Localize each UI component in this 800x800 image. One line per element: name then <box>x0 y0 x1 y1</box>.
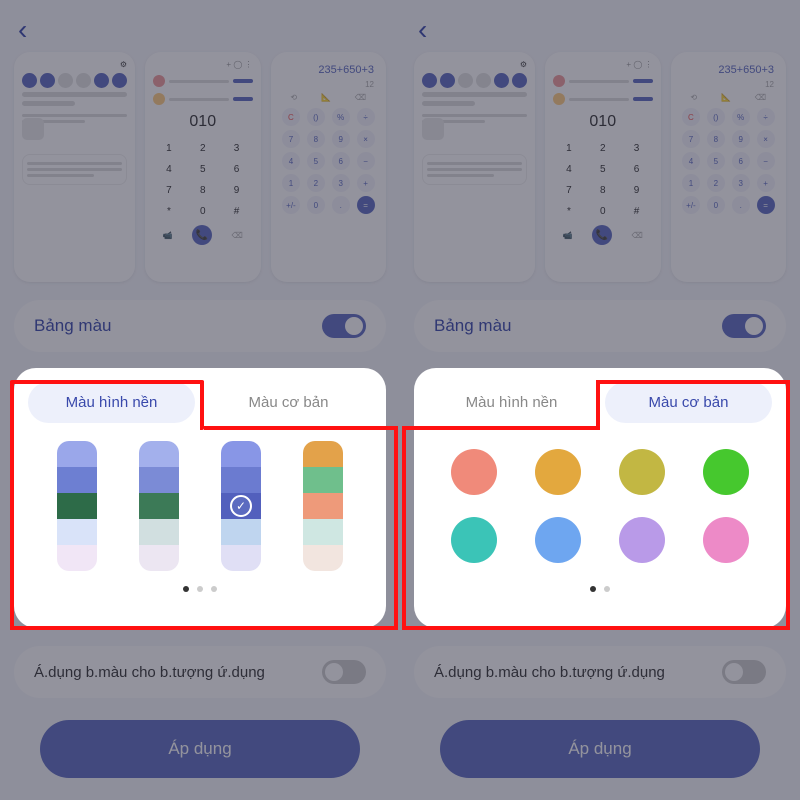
palette-strip[interactable] <box>303 441 343 571</box>
palette-toggle-row: Bảng màu <box>414 300 786 352</box>
preview-dialer: + ◯ ⋮ 010 123 456 789 *0# 📹📞⌫ <box>145 52 261 282</box>
color-circle[interactable] <box>619 517 665 563</box>
apply-icons-row: Á.dụng b.màu cho b.tượng ứ.dụng <box>14 646 386 698</box>
apply-icons-label: Á.dụng b.màu cho b.tượng ứ.dụng <box>34 664 265 681</box>
preview-calculator: 235+650+3 12 ⟲📐⌫ C()%÷ 789× 456− 123+ +/… <box>671 52 787 282</box>
color-circle[interactable] <box>451 517 497 563</box>
palette-strip[interactable] <box>139 441 179 571</box>
apply-icons-toggle[interactable] <box>322 660 366 684</box>
preview-quicksettings: ⚙ <box>14 52 135 282</box>
color-circle[interactable] <box>535 449 581 495</box>
page-dots <box>28 586 372 592</box>
back-button[interactable]: ‹ <box>418 14 427 46</box>
palette-label: Bảng màu <box>34 316 112 336</box>
color-circle[interactable] <box>535 517 581 563</box>
page-dots <box>428 586 772 592</box>
left-screenshot: ‹ ⚙ + ◯ ⋮ 010 123 456 789 <box>0 0 400 800</box>
wallpaper-palette-strips: ✓ <box>28 441 372 571</box>
right-screenshot: ‹ ⚙ + ◯ ⋮ 010 123 456 789 *0# <box>400 0 800 800</box>
tab-wallpaper-color[interactable]: Màu hình nền <box>428 382 595 423</box>
color-circle[interactable] <box>619 449 665 495</box>
palette-strip[interactable]: ✓ <box>221 441 261 571</box>
call-icon: 📞 <box>192 225 212 245</box>
apply-icons-row: Á.dụng b.màu cho b.tượng ứ.dụng <box>414 646 786 698</box>
palette-strip[interactable] <box>57 441 97 571</box>
palette-toggle-row: Bảng màu <box>14 300 386 352</box>
color-selector-panel: Màu hình nền Màu cơ bản <box>414 368 786 628</box>
apply-icons-toggle[interactable] <box>722 660 766 684</box>
preview-dialer: + ◯ ⋮ 010 123 456 789 *0# 📹📞⌫ <box>545 52 661 282</box>
tab-wallpaper-color[interactable]: Màu hình nền <box>28 382 195 423</box>
theme-previews: ⚙ + ◯ ⋮ 010 123 456 789 *0# 📹📞⌫ <box>14 52 386 282</box>
color-selector-panel: Màu hình nền Màu cơ bản ✓ <box>14 368 386 628</box>
apply-button[interactable]: Áp dụng <box>40 720 360 778</box>
preview-calculator: 235+650+3 12 ⟲📐⌫ C()%÷ 789× 456− 123+ +/… <box>271 52 387 282</box>
tab-basic-color[interactable]: Màu cơ bản <box>605 382 772 423</box>
check-icon: ✓ <box>230 495 252 517</box>
tab-basic-color[interactable]: Màu cơ bản <box>205 382 372 423</box>
color-circle[interactable] <box>451 449 497 495</box>
preview-quicksettings: ⚙ <box>414 52 535 282</box>
apply-button[interactable]: Áp dụng <box>440 720 760 778</box>
dialer-number: 010 <box>153 113 253 131</box>
palette-toggle[interactable] <box>722 314 766 338</box>
basic-color-grid <box>428 441 772 571</box>
back-button[interactable]: ‹ <box>18 14 27 46</box>
theme-previews: ⚙ + ◯ ⋮ 010 123 456 789 *0# 📹📞⌫ <box>414 52 786 282</box>
palette-toggle[interactable] <box>322 314 366 338</box>
keypad: 123 456 789 *0# <box>153 139 253 221</box>
color-circle[interactable] <box>703 517 749 563</box>
color-circle[interactable] <box>703 449 749 495</box>
